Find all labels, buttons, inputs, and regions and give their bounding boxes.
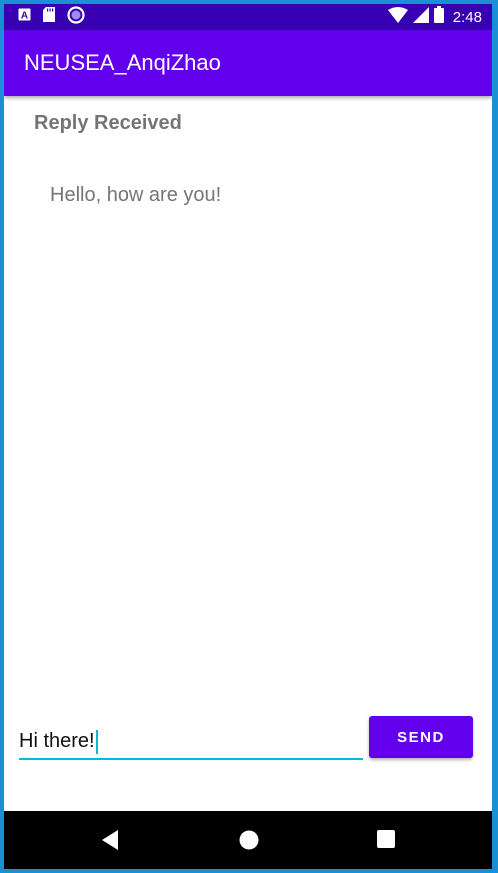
main-content: Reply Received Hello, how are you! Hi th… (4, 96, 492, 811)
svg-text:A: A (21, 11, 28, 22)
reply-message: Hello, how are you! (50, 184, 222, 206)
message-input-text: Hi there! (19, 730, 95, 752)
recents-icon[interactable] (376, 829, 396, 854)
sync-circle-icon (67, 5, 85, 29)
home-icon[interactable] (238, 829, 260, 856)
back-icon[interactable] (100, 829, 120, 856)
navigation-bar (4, 811, 492, 869)
cell-signal-icon (412, 6, 429, 28)
app-bar: NEUSEA_AnqiZhao (4, 30, 492, 96)
message-input[interactable]: Hi there! (19, 724, 363, 760)
app-title: NEUSEA_AnqiZhao (24, 50, 221, 75)
battery-icon (433, 6, 444, 28)
text-cursor (95, 729, 98, 754)
device-screen: A 2:48 NEUSEA_AnqiZhao Reply Received He… (4, 4, 492, 869)
status-time: 2:48 (452, 8, 482, 26)
wifi-icon (387, 6, 408, 28)
app-a-icon: A (18, 8, 31, 26)
status-bar: A 2:48 (4, 4, 492, 30)
sd-card-icon (43, 7, 55, 27)
status-right-icons: 2:48 (387, 6, 482, 28)
status-left-icons: A (18, 5, 85, 29)
reply-header: Reply Received (34, 112, 182, 134)
send-button[interactable]: SEND (369, 716, 473, 758)
